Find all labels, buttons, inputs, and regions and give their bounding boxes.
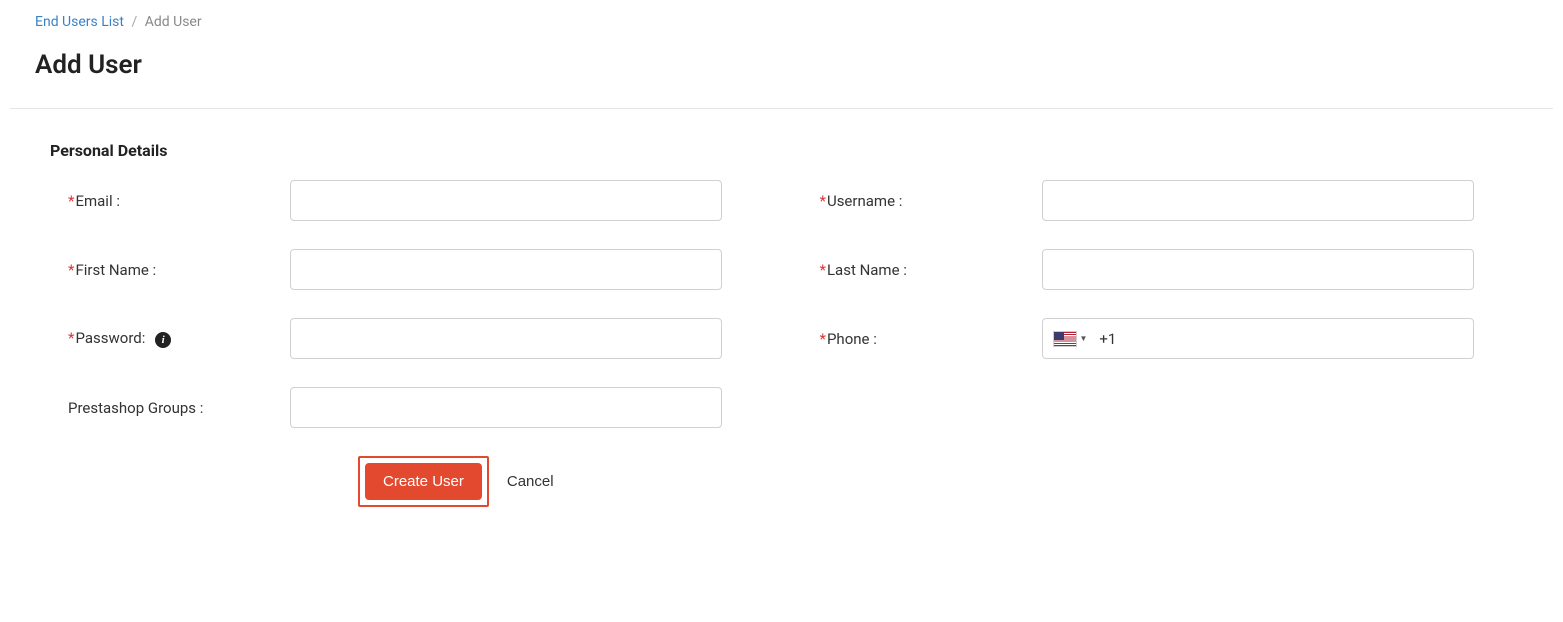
input-wrap: ▼ +1 bbox=[1042, 318, 1514, 359]
label-text: Username : bbox=[827, 192, 902, 210]
cancel-button[interactable]: Cancel bbox=[507, 473, 554, 490]
form-row: *Password: i *Phone : ▼ +1 bbox=[50, 318, 1513, 359]
input-wrap bbox=[290, 249, 762, 290]
phone-input[interactable]: ▼ +1 bbox=[1042, 318, 1474, 359]
form-grid: *Email : *Username : *First Name : bbox=[0, 180, 1563, 507]
info-icon[interactable]: i bbox=[155, 332, 171, 348]
label-password: *Password: i bbox=[50, 329, 290, 347]
input-wrap bbox=[290, 180, 762, 221]
dial-code: +1 bbox=[1099, 330, 1116, 348]
label-groups: Prestashop Groups : bbox=[50, 399, 290, 417]
input-wrap bbox=[290, 387, 762, 428]
label-firstname: *First Name : bbox=[50, 261, 290, 279]
label-phone: *Phone : bbox=[802, 330, 1042, 348]
form-col-password: *Password: i bbox=[50, 318, 762, 359]
required-mark: * bbox=[820, 330, 826, 348]
section-title: Personal Details bbox=[0, 109, 1563, 180]
form-row: Prestashop Groups : bbox=[50, 387, 1513, 428]
form-col-firstname: *First Name : bbox=[50, 249, 762, 290]
label-text: Email : bbox=[75, 192, 120, 210]
input-wrap bbox=[1042, 249, 1514, 290]
highlight-box: Create User bbox=[358, 456, 489, 507]
label-text: Phone : bbox=[827, 330, 877, 348]
input-wrap bbox=[1042, 180, 1514, 221]
lastname-input[interactable] bbox=[1042, 249, 1474, 290]
form-col-lastname: *Last Name : bbox=[802, 249, 1514, 290]
label-lastname: *Last Name : bbox=[802, 261, 1042, 279]
breadcrumb-parent[interactable]: End Users List bbox=[35, 14, 124, 30]
form-row: *First Name : *Last Name : bbox=[50, 249, 1513, 290]
label-text: Password: bbox=[75, 329, 145, 347]
form-col-empty bbox=[802, 387, 1514, 428]
firstname-input[interactable] bbox=[290, 249, 722, 290]
create-user-button[interactable]: Create User bbox=[365, 463, 482, 500]
form-row: *Email : *Username : bbox=[50, 180, 1513, 221]
required-mark: * bbox=[820, 192, 826, 210]
required-mark: * bbox=[820, 261, 826, 279]
input-wrap bbox=[290, 318, 762, 359]
required-mark: * bbox=[68, 192, 74, 210]
breadcrumb: End Users List / Add User bbox=[0, 0, 1563, 30]
groups-input[interactable] bbox=[290, 387, 722, 428]
username-input[interactable] bbox=[1042, 180, 1474, 221]
breadcrumb-current: Add User bbox=[145, 14, 202, 30]
email-input[interactable] bbox=[290, 180, 722, 221]
label-username: *Username : bbox=[802, 192, 1042, 210]
actions-row: Create User Cancel bbox=[50, 456, 1513, 507]
label-email: *Email : bbox=[50, 192, 290, 210]
label-text: First Name : bbox=[75, 261, 156, 279]
required-mark: * bbox=[68, 261, 74, 279]
chevron-down-icon[interactable]: ▼ bbox=[1080, 334, 1088, 343]
form-col-email: *Email : bbox=[50, 180, 762, 221]
password-input[interactable] bbox=[290, 318, 722, 359]
label-text: Prestashop Groups : bbox=[68, 399, 203, 417]
form-col-phone: *Phone : ▼ +1 bbox=[802, 318, 1514, 359]
form-col-groups: Prestashop Groups : bbox=[50, 387, 762, 428]
page-title: Add User bbox=[0, 30, 1563, 108]
label-text: Last Name : bbox=[827, 261, 907, 279]
form-col-username: *Username : bbox=[802, 180, 1514, 221]
required-mark: * bbox=[68, 329, 74, 347]
flag-us-icon[interactable] bbox=[1053, 331, 1077, 347]
breadcrumb-separator: / bbox=[131, 14, 137, 30]
